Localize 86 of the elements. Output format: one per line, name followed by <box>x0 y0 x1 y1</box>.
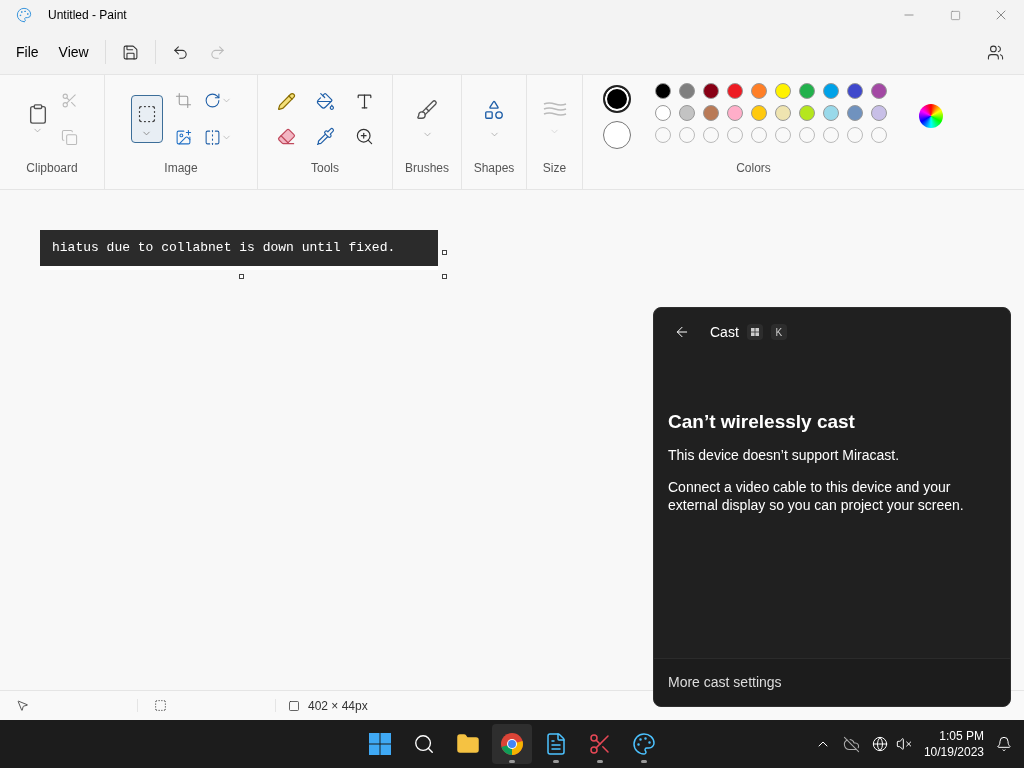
running-indicator <box>641 760 647 763</box>
color-swatch[interactable] <box>703 83 719 99</box>
settings-link[interactable]: More cast settings <box>668 672 782 693</box>
color-swatch[interactable] <box>655 83 671 99</box>
color-swatch[interactable] <box>823 83 839 99</box>
redo-icon <box>208 43 226 61</box>
color-swatch[interactable] <box>871 105 887 121</box>
pencil-icon[interactable] <box>276 92 296 111</box>
color-swatch[interactable] <box>655 105 671 121</box>
mute-icon[interactable] <box>895 736 912 752</box>
color-swatch[interactable] <box>727 105 743 121</box>
selection-icon <box>136 104 157 124</box>
window-title: Untitled - Paint <box>48 7 127 24</box>
notepad-icon <box>544 732 568 756</box>
selection-button[interactable] <box>130 95 163 143</box>
color-swatch[interactable] <box>799 83 815 99</box>
brush-icon[interactable] <box>416 98 438 121</box>
color-swatch[interactable] <box>751 83 767 99</box>
running-indicator <box>553 760 559 763</box>
clock-date[interactable]: 10/19/2023 <box>923 744 984 760</box>
eraser-icon[interactable] <box>276 127 296 146</box>
windows-logo-icon <box>750 328 759 336</box>
browser-icon <box>500 732 524 756</box>
palette-icon <box>632 732 656 756</box>
panel-heading: Can’t wirelessly cast <box>668 410 856 434</box>
cloud-off-icon[interactable] <box>842 735 860 753</box>
panel-detail: Connect a video cable to this device and your external display so you can project your screen. <box>668 477 965 514</box>
resize-icon[interactable] <box>174 129 192 146</box>
selection-icon <box>154 699 167 712</box>
group-label: Clipboard <box>26 160 78 177</box>
group-label: Shapes <box>473 160 515 177</box>
search-icon <box>413 733 435 755</box>
group-label: Colors <box>736 160 771 177</box>
group-label: Brushes <box>405 160 449 177</box>
canvas-size: 402 × 44px <box>308 697 368 715</box>
panel-message: This device doesn’t support Miracast. <box>668 445 901 465</box>
windows-logo-icon <box>368 732 392 756</box>
group-label: Image <box>164 160 198 177</box>
menu-item[interactable]: File <box>8 37 47 67</box>
taskbar-button[interactable] <box>492 724 532 764</box>
globe-icon[interactable] <box>871 736 888 752</box>
scissors-icon <box>588 732 612 756</box>
color-swatch[interactable] <box>847 105 863 121</box>
panel-title: Cast <box>710 322 739 342</box>
resize-handle[interactable] <box>442 274 447 279</box>
current-color[interactable] <box>603 121 631 149</box>
people-icon <box>987 43 1004 61</box>
text-box[interactable]: hiatus due to collabnet is down until fixed. <box>40 230 438 270</box>
running-indicator <box>597 760 603 763</box>
color-wheel-icon[interactable] <box>919 104 943 128</box>
folder-icon <box>456 732 480 756</box>
shortcut-key: K <box>770 324 787 340</box>
canvas-size-icon <box>288 699 300 712</box>
color-swatch[interactable] <box>847 83 863 99</box>
color-swatch[interactable] <box>799 105 815 121</box>
running-indicator <box>509 760 515 763</box>
maximize-icon <box>949 9 961 21</box>
color-swatch[interactable] <box>775 83 791 99</box>
color-swatch[interactable] <box>775 105 791 121</box>
shapes-icon[interactable] <box>483 98 505 121</box>
group-label: Size <box>542 160 567 177</box>
color-swatch[interactable] <box>823 105 839 121</box>
color-picker-icon[interactable] <box>315 127 335 146</box>
fill-bucket-icon[interactable] <box>315 92 335 111</box>
back-icon <box>674 324 690 340</box>
menu-item[interactable]: View <box>50 37 97 67</box>
notification-icon[interactable] <box>996 736 1012 752</box>
color-swatch[interactable] <box>703 105 719 121</box>
undo-icon <box>171 43 189 61</box>
color-swatch[interactable] <box>679 105 695 121</box>
flip-icon[interactable] <box>203 129 221 146</box>
cursor-icon <box>16 699 29 712</box>
save-icon <box>121 43 139 61</box>
clock-time[interactable]: 1:05 PM <box>939 728 984 744</box>
current-color[interactable] <box>603 85 631 113</box>
resize-handle[interactable] <box>442 250 447 255</box>
resize-handle[interactable] <box>239 274 244 279</box>
color-swatch[interactable] <box>679 83 695 99</box>
palette-icon <box>16 7 32 23</box>
color-swatch[interactable] <box>751 105 767 121</box>
rotate-icon[interactable] <box>203 92 221 109</box>
color-swatch[interactable] <box>871 83 887 99</box>
color-swatch[interactable] <box>727 83 743 99</box>
canvas-text: hiatus due to collabnet is down until fixed. <box>52 239 396 258</box>
group-label: Tools <box>311 160 339 177</box>
magnifier-icon[interactable] <box>354 127 374 146</box>
